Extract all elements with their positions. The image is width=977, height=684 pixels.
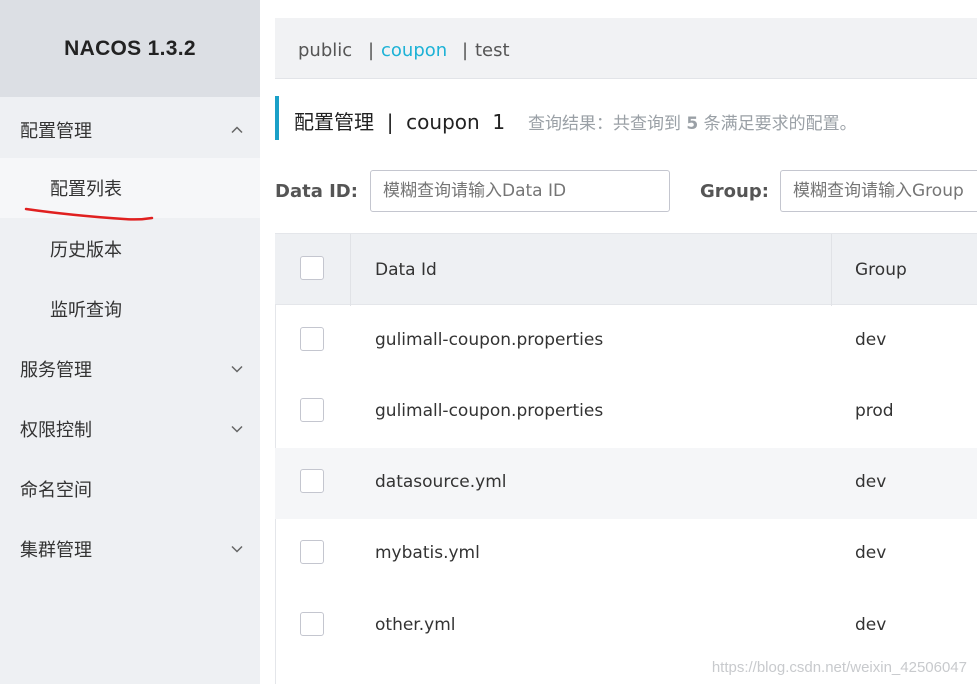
- namespace-bar: public | coupon | test: [275, 18, 977, 79]
- result-count: 5: [686, 114, 699, 134]
- sidebar-item-label: 监听查询: [50, 300, 122, 321]
- table-row: datasource.yml dev: [275, 448, 977, 519]
- row-checkbox[interactable]: [300, 612, 324, 636]
- sidebar-item-config-management[interactable]: 配置管理: [0, 100, 260, 160]
- sidebar-item-label: 历史版本: [50, 240, 122, 261]
- header-group[interactable]: Group: [855, 260, 907, 280]
- cell-group: dev: [855, 615, 887, 635]
- cell-data-id: gulimall-coupon.properties: [375, 401, 604, 421]
- sidebar-item-cluster-management[interactable]: 集群管理: [0, 519, 260, 579]
- namespace-coupon[interactable]: coupon: [381, 40, 447, 61]
- group-search-input[interactable]: [780, 170, 977, 212]
- chevron-up-icon: [230, 123, 244, 137]
- sidebar-item-service-management[interactable]: 服务管理: [0, 339, 260, 399]
- data-id-search-input[interactable]: [370, 170, 670, 212]
- sidebar-item-listener-query[interactable]: 监听查询: [0, 279, 260, 339]
- chevron-down-icon: [230, 422, 244, 436]
- namespace-test[interactable]: test: [475, 40, 510, 61]
- namespace-public[interactable]: public: [298, 40, 352, 61]
- row-checkbox[interactable]: [300, 469, 324, 493]
- row-checkbox[interactable]: [300, 540, 324, 564]
- namespace-separator: |: [462, 40, 469, 61]
- watermark: https://blog.csdn.net/weixin_42506047: [711, 659, 967, 676]
- cell-group: dev: [855, 330, 887, 350]
- row-checkbox[interactable]: [300, 327, 324, 351]
- cell-group: dev: [855, 472, 887, 492]
- query-result-summary: 查询结果：共查询到 5 条满足要求的配置。: [528, 109, 857, 134]
- table-row: other.yml dev: [275, 591, 977, 662]
- chevron-down-icon: [230, 542, 244, 556]
- sidebar-item-access-control[interactable]: 权限控制: [0, 399, 260, 459]
- cell-data-id: gulimall-coupon.properties: [375, 330, 604, 350]
- row-checkbox[interactable]: [300, 398, 324, 422]
- chevron-down-icon: [230, 362, 244, 376]
- app-logo: NACOS 1.3.2: [0, 0, 260, 97]
- red-underline-annotation: [24, 207, 154, 221]
- sidebar-item-label: 服务管理: [20, 360, 92, 381]
- table-row: gulimall-coupon.properties prod: [275, 377, 977, 448]
- main-content: public | coupon | test 配置管理 | coupon 1 查…: [275, 0, 977, 684]
- cell-data-id: mybatis.yml: [375, 543, 480, 563]
- cell-data-id: datasource.yml: [375, 472, 507, 492]
- sidebar-item-label: 权限控制: [20, 420, 92, 441]
- result-suffix: 条满足要求的配置。: [698, 114, 857, 134]
- data-id-label: Data ID:: [275, 181, 358, 202]
- sidebar-item-label: 命名空间: [20, 480, 92, 501]
- sidebar-item-label: 配置管理: [20, 121, 92, 142]
- page-title-row: 配置管理 | coupon 1 查询结果：共查询到 5 条满足要求的配置。: [275, 96, 977, 140]
- sidebar: NACOS 1.3.2 配置管理 配置列表 历史版本 监听查询 服务管理 权限控…: [0, 0, 260, 684]
- group-label: Group:: [700, 181, 769, 202]
- namespace-separator: |: [368, 40, 375, 61]
- cell-group: dev: [855, 543, 887, 563]
- sidebar-item-history[interactable]: 历史版本: [0, 219, 260, 279]
- result-prefix: 查询结果：共查询到: [528, 114, 687, 134]
- title-accent-bar: [275, 96, 279, 140]
- header-data-id[interactable]: Data Id: [375, 260, 437, 280]
- sidebar-item-label: 集群管理: [20, 540, 92, 561]
- page-title: 配置管理 | coupon 1: [294, 110, 506, 134]
- table-row: gulimall-coupon.properties dev: [275, 306, 977, 377]
- select-all-checkbox[interactable]: [300, 256, 324, 280]
- column-divider: [831, 234, 832, 306]
- sidebar-item-label: 配置列表: [50, 179, 122, 200]
- cell-data-id: other.yml: [375, 615, 456, 635]
- cell-group: prod: [855, 401, 894, 421]
- table-row: mybatis.yml dev: [275, 519, 977, 590]
- table-header: Data Id Group: [275, 233, 977, 306]
- sidebar-item-namespace[interactable]: 命名空间: [0, 459, 260, 519]
- column-divider: [350, 234, 351, 306]
